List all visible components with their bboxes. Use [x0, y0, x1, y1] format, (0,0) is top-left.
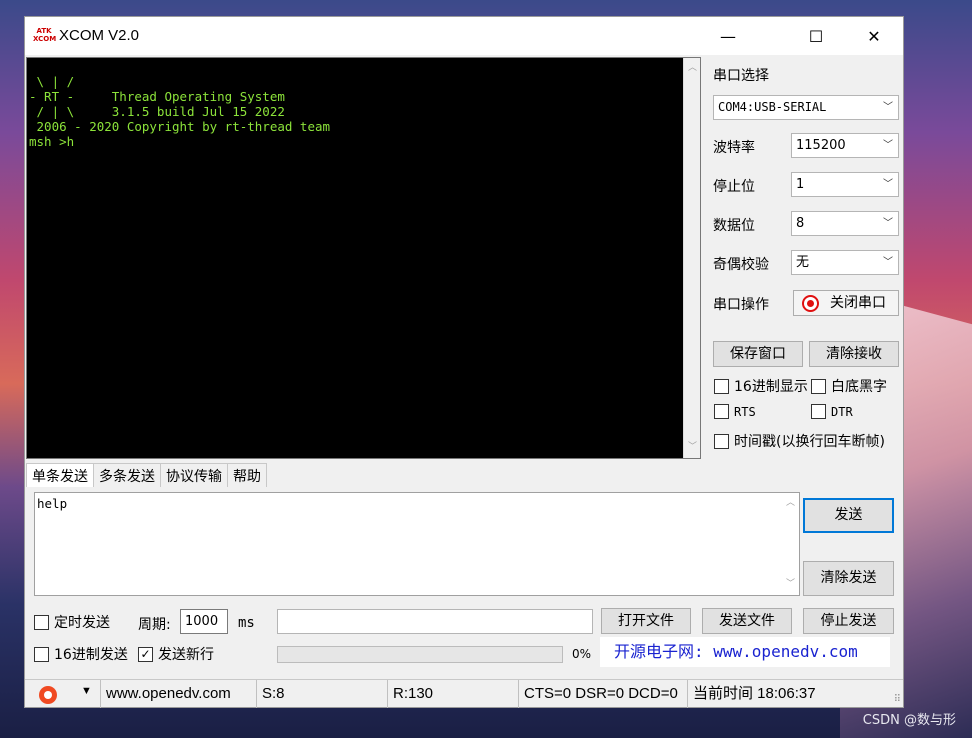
dtr-label: DTR [831, 404, 853, 419]
send-tabs: 单条发送 多条发送 协议传输 帮助 [26, 463, 267, 487]
checkbox-box [34, 646, 49, 662]
rts-label: RTS [734, 404, 756, 419]
checkbox-box [34, 614, 49, 630]
port-op-label: 串口操作 [713, 297, 769, 313]
tab-help[interactable]: 帮助 [227, 463, 267, 487]
scroll-up-icon[interactable]: ︿ [782, 495, 799, 512]
parity-select[interactable]: 无 ﹀ [791, 250, 899, 275]
period-input[interactable]: 1000 [180, 609, 228, 634]
data-bits-value: 8 [796, 216, 805, 231]
scroll-down-icon[interactable]: ﹀ [782, 576, 799, 593]
tab-single-send[interactable]: 单条发送 [26, 463, 94, 487]
hex-send-checkbox[interactable]: 16进制发送 [34, 644, 128, 664]
timed-send-label: 定时发送 [54, 615, 110, 631]
status-website[interactable]: www.openedv.com [100, 680, 231, 708]
hex-send-label: 16进制发送 [54, 647, 128, 663]
tab-protocol[interactable]: 协议传输 [160, 463, 228, 487]
send-scrollbar[interactable]: ︿ ﹀ [782, 493, 799, 595]
data-bits-select[interactable]: 8 ﹀ [791, 211, 899, 236]
scroll-up-icon[interactable]: ︿ [684, 60, 700, 77]
baud-select[interactable]: 115200 ﹀ [791, 133, 899, 158]
dropdown-arrow-icon[interactable]: ▼ [81, 685, 92, 697]
status-received: R:130 [387, 680, 433, 708]
stop-bits-value: 1 [796, 177, 805, 192]
period-label: 周期: [138, 617, 171, 633]
receive-terminal[interactable]: \ | / - RT - Thread Operating System / |… [26, 57, 701, 459]
send-button[interactable]: 发送 [803, 498, 894, 533]
window-title: XCOM V2.0 [59, 27, 140, 44]
stop-bits-label: 停止位 [713, 179, 755, 195]
terminal-output: \ | / - RT - Thread Operating System / |… [29, 74, 331, 149]
open-file-button[interactable]: 打开文件 [601, 608, 691, 634]
send-textarea[interactable]: help ︿ ﹀ [34, 492, 800, 596]
close-button[interactable]: ✕ [845, 17, 903, 55]
checkbox-box [714, 378, 729, 394]
hex-display-label: 16进制显示 [734, 379, 808, 395]
save-window-button[interactable]: 保存窗口 [713, 341, 803, 367]
chevron-down-icon: ﹀ [883, 218, 893, 229]
rts-checkbox[interactable]: RTS [714, 404, 756, 419]
stop-send-button[interactable]: 停止发送 [803, 608, 894, 634]
status-bar: ▼ www.openedv.com S:8 R:130 CTS=0 DSR=0 … [25, 679, 903, 708]
data-bits-label: 数据位 [713, 218, 755, 234]
baud-label: 波特率 [713, 140, 755, 156]
progress-label: 0% [572, 647, 592, 661]
close-port-label: 关闭串口 [830, 295, 886, 311]
send-file-button[interactable]: 发送文件 [702, 608, 792, 634]
checkbox-box [811, 378, 826, 394]
clear-receive-button[interactable]: 清除接收 [809, 341, 899, 367]
terminal-scrollbar[interactable]: ︿ ﹀ [683, 58, 700, 458]
checkbox-box [811, 404, 826, 419]
dtr-checkbox[interactable]: DTR [811, 404, 853, 419]
parity-value: 无 [796, 255, 810, 270]
timed-send-checkbox[interactable]: 定时发送 [34, 612, 110, 632]
white-black-label: 白底黑字 [831, 379, 887, 395]
tab-multi-send[interactable]: 多条发送 [93, 463, 161, 487]
period-unit: ms [238, 615, 255, 631]
minimize-button[interactable]: — [699, 17, 757, 55]
status-time: 当前时间 18:06:37 [687, 680, 816, 708]
stop-bits-select[interactable]: 1 ﹀ [791, 172, 899, 197]
chevron-down-icon: ﹀ [883, 257, 893, 268]
clear-send-button[interactable]: 清除发送 [803, 561, 894, 596]
send-newline-label: 发送新行 [158, 647, 214, 663]
app-logo-icon: ATK XCOM [33, 27, 57, 43]
send-text: help [37, 496, 68, 511]
checkmark-icon: ✓ [138, 646, 153, 662]
openedv-banner[interactable]: 开源电子网: www.openedv.com [600, 637, 890, 667]
close-port-button[interactable]: 关闭串口 [793, 290, 899, 316]
status-sent: S:8 [256, 680, 285, 708]
maximize-button[interactable]: ☐ [787, 17, 845, 55]
timestamp-label: 时间戳(以换行回车断帧) [734, 434, 885, 450]
parity-label: 奇偶校验 [713, 257, 769, 273]
port-value: COM4:USB-SERIAL [718, 100, 827, 114]
port-label: 串口选择 [713, 68, 769, 84]
xcom-window: ATK XCOM XCOM V2.0 — ☐ ✕ \ | / - RT - Thr… [24, 16, 904, 708]
baud-value: 115200 [796, 138, 846, 153]
hex-display-checkbox[interactable]: 16进制显示 [714, 376, 808, 396]
chevron-down-icon: ﹀ [883, 140, 893, 151]
chevron-down-icon: ﹀ [883, 102, 893, 113]
resize-grip-icon[interactable]: ⠿ [894, 694, 901, 705]
white-black-checkbox[interactable]: 白底黑字 [811, 376, 887, 396]
checkbox-box [714, 433, 729, 449]
port-select[interactable]: COM4:USB-SERIAL ﹀ [713, 95, 899, 120]
file-path-input[interactable] [277, 609, 593, 634]
send-newline-checkbox[interactable]: ✓ 发送新行 [138, 644, 214, 664]
scroll-down-icon[interactable]: ﹀ [684, 439, 700, 456]
send-progress-bar [277, 646, 563, 663]
port-status-icon [802, 295, 819, 312]
timestamp-checkbox[interactable]: 时间戳(以换行回车断帧) [714, 431, 885, 451]
checkbox-box [714, 404, 729, 419]
settings-icon[interactable] [39, 686, 57, 704]
chevron-down-icon: ﹀ [883, 179, 893, 190]
watermark: CSDN @数与形 [862, 713, 956, 728]
status-lines: CTS=0 DSR=0 DCD=0 [518, 680, 678, 708]
title-bar[interactable]: ATK XCOM XCOM V2.0 — ☐ ✕ [25, 17, 903, 55]
